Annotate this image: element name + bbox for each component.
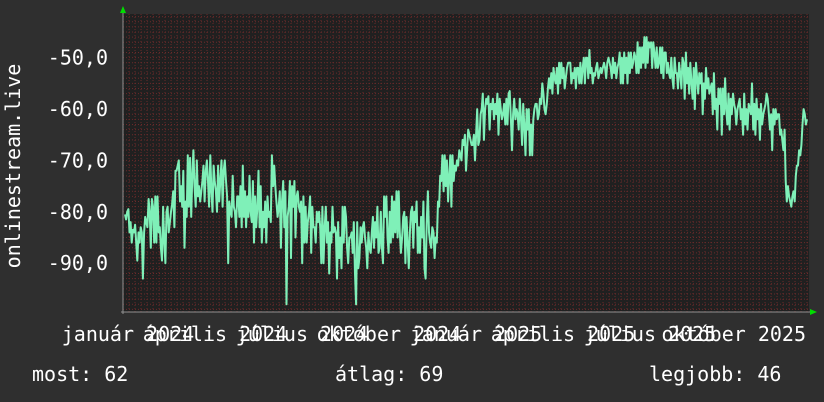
y-axis-label: onlinestream.live <box>1 64 25 269</box>
x-tick-label: október 2025 <box>662 322 807 346</box>
average-value: átlag: 69 <box>335 362 444 386</box>
y-tick-label: -80,0 <box>48 200 108 224</box>
y-tick-label: -60,0 <box>48 97 108 121</box>
x-tick-labels: január 2024április 2024július 2024októbe… <box>62 322 806 346</box>
y-tick-label: -50,0 <box>48 46 108 70</box>
best-value: legjobb: 46 <box>649 362 782 386</box>
y-tick-label: -90,0 <box>48 251 108 275</box>
current-value: most: 62 <box>32 362 129 386</box>
chart: -50,0 -60,0 -70,0 -80,0 -90,0 január 2024ápr… <box>0 0 824 402</box>
y-tick-label: -70,0 <box>48 148 108 172</box>
